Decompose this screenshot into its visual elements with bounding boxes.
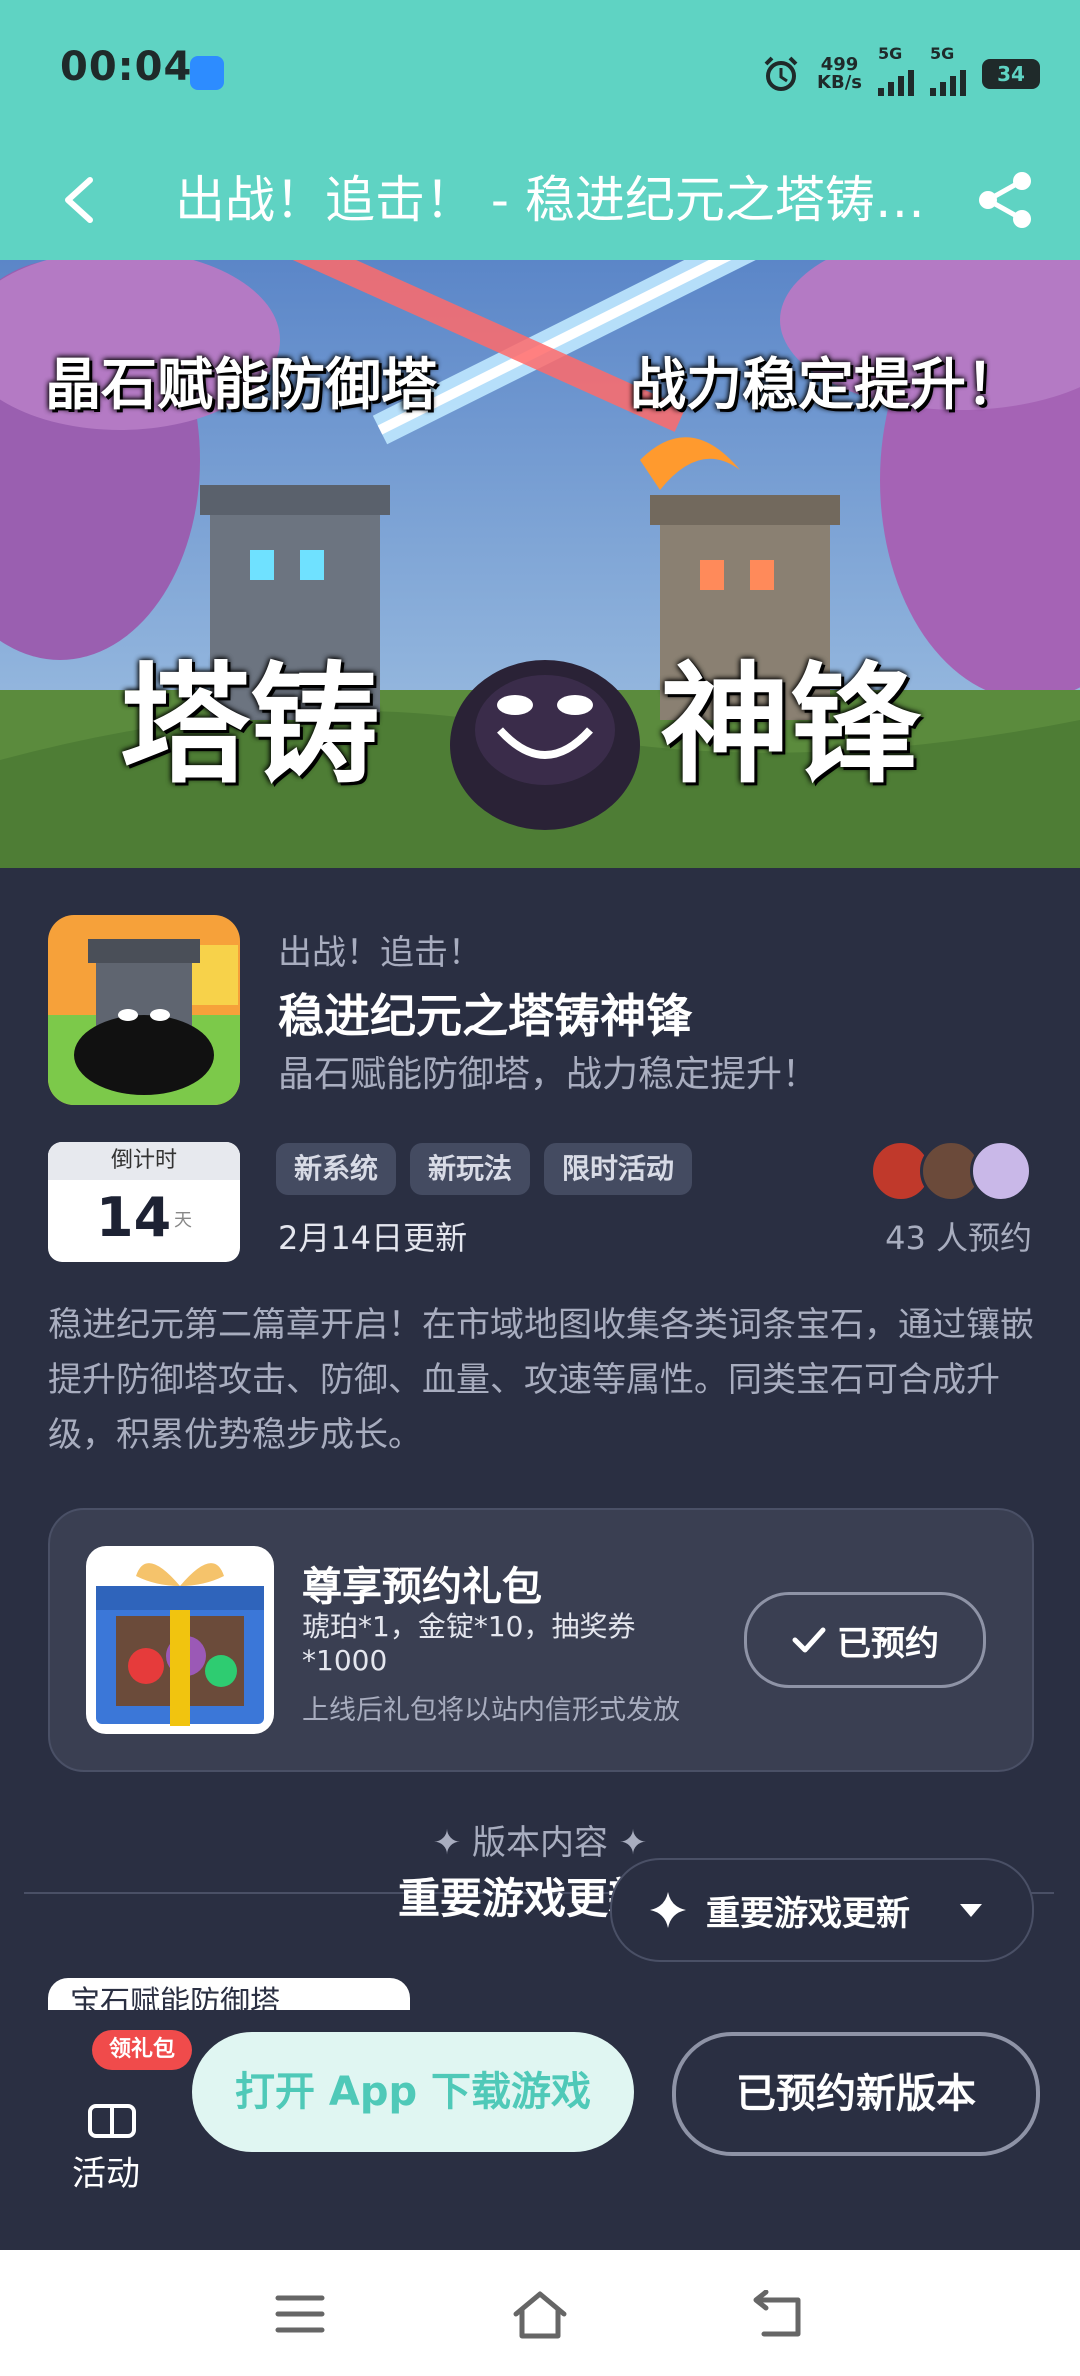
- sparkle-icon: [650, 1892, 686, 1928]
- status-indicators: 499 KB/s 5G 5G 34: [761, 44, 1040, 96]
- signal-bars-icon: [878, 66, 914, 96]
- top-nav-bar: 出战！追击！ - 稳进纪元之塔铸神锋: [0, 145, 1080, 260]
- app-notification-icon: [190, 56, 224, 90]
- update-date: 2月14日更新: [278, 1219, 468, 1257]
- countdown-number: 14: [96, 1186, 172, 1249]
- gift-box-image: [86, 1546, 274, 1734]
- net1-label: 5G: [878, 44, 903, 63]
- game-slogan: 晶石赋能防御塔，战力稳定提升！: [278, 1054, 819, 1095]
- game-subtitle: 出战！追击！: [278, 933, 482, 973]
- countdown-unit: 天: [174, 1210, 192, 1231]
- share-icon[interactable]: [970, 165, 1040, 235]
- game-icon: [48, 915, 240, 1105]
- banner-logo-left: 塔铸: [120, 649, 381, 801]
- reserved-button-label: 已预约: [837, 1623, 939, 1664]
- update-filter-dropdown[interactable]: 重要游戏更新: [610, 1858, 1034, 1962]
- reserver-avatars: [870, 1140, 1032, 1202]
- reserved-new-version-button[interactable]: 已预约新版本: [672, 2032, 1040, 2156]
- gift-title: 尊享预约礼包: [302, 1564, 542, 1610]
- reserve-count: 43 人预约: [885, 1219, 1032, 1257]
- alarm-icon: [764, 56, 798, 91]
- bottom-action-bar: 活动 领礼包 打开 App 下载游戏 已预约新版本: [0, 2010, 1080, 2250]
- network-speed: 499 KB/s: [817, 56, 862, 92]
- back-nav-icon[interactable]: [752, 2290, 808, 2342]
- signal-2: 5G: [930, 44, 966, 96]
- countdown-label: 倒计时: [48, 1142, 240, 1180]
- tag-item: 新玩法: [410, 1143, 531, 1195]
- gift-badge: 领礼包: [92, 2030, 192, 2070]
- gift-note: 上线后礼包将以站内信形式发放: [302, 1695, 680, 1726]
- gift-items: 琥珀*1，金锭*10，抽奖券*1000: [302, 1610, 636, 1677]
- banner-right-caption: 战力稳定提升！: [630, 353, 1022, 418]
- section-label: ✦ 版本内容 ✦: [432, 1823, 648, 1863]
- check-icon: [792, 1627, 826, 1653]
- status-bar: 00:04 499 KB/s 5G 5G 34: [0, 0, 1080, 145]
- banner-logo-right: 神锋: [660, 649, 921, 801]
- avatar: [970, 1140, 1032, 1202]
- tag-item: 限时活动: [544, 1143, 693, 1195]
- menu-icon[interactable]: [272, 2290, 328, 2338]
- battery-icon: 34: [982, 59, 1040, 89]
- page-title: 出战！追击！ - 稳进纪元之塔铸神锋: [175, 171, 945, 229]
- dropdown-triangle-icon: [960, 1904, 982, 1917]
- reservation-gift-card: 尊享预约礼包 琥珀*1，金锭*10，抽奖券*1000 上线后礼包将以站内信形式发…: [48, 1508, 1034, 1772]
- net2-label: 5G: [930, 44, 955, 63]
- game-description: 稳进纪元第二篇章开启！在市域地图收集各类词条宝石，通过镶嵌提升防御塔攻击、防御、…: [48, 1305, 1034, 1455]
- open-app-button[interactable]: 打开 App 下载游戏: [192, 2032, 634, 2152]
- system-navigation-bar: [0, 2250, 1080, 2376]
- countdown-card: 倒计时 14 天: [48, 1142, 240, 1262]
- game-banner-image: 晶石赋能防御塔 战力稳定提升！ 塔铸 神锋: [0, 260, 1080, 868]
- game-title: 稳进纪元之塔铸神锋: [278, 989, 692, 1043]
- banner-left-caption: 晶石赋能防御塔: [45, 353, 437, 418]
- activity-label: 活动: [72, 2154, 140, 2194]
- reserved-button[interactable]: 已预约: [744, 1592, 986, 1688]
- update-filter-label: 重要游戏更新: [706, 1893, 910, 1934]
- status-time: 00:04: [60, 44, 193, 90]
- home-icon[interactable]: [510, 2290, 570, 2342]
- tag-item: 新系统: [276, 1143, 397, 1195]
- signal-bars-icon: [930, 66, 966, 96]
- signal-1: 5G: [878, 44, 914, 96]
- back-arrow-icon[interactable]: [50, 165, 110, 235]
- gift-box-icon: [88, 2104, 136, 2138]
- speed-unit: KB/s: [817, 72, 862, 93]
- tag-list: 新系统 新玩法 限时活动: [276, 1143, 693, 1195]
